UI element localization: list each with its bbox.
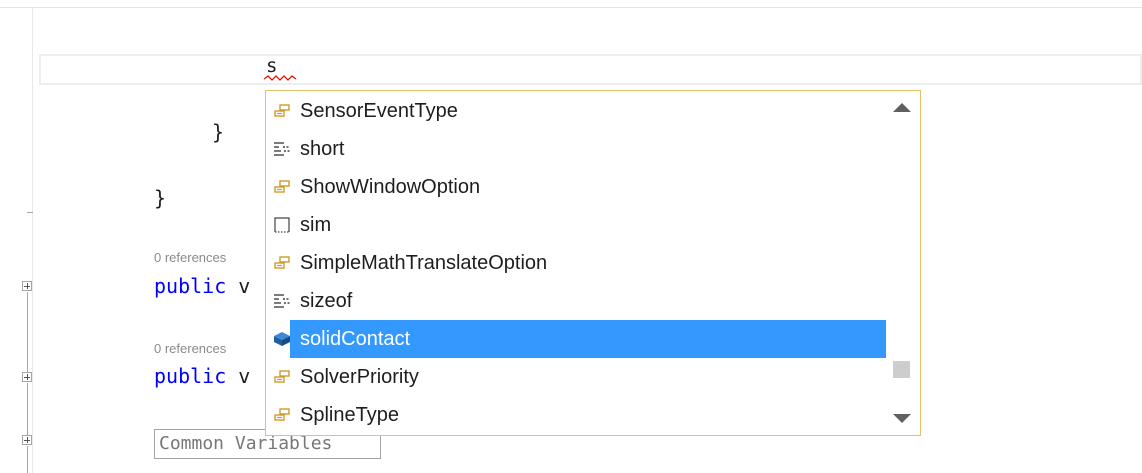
typed-text[interactable]: s [266, 55, 277, 77]
spelling-squiggle [264, 75, 297, 81]
fold-guide [27, 292, 28, 372]
completion-item[interactable]: sizeof [266, 282, 887, 320]
fold-guide [27, 383, 28, 435]
completion-items: SensorEventType short ShowWindowOption sim S… [266, 92, 887, 434]
completion-item[interactable]: SplineType [266, 396, 887, 434]
completion-item-label: SimpleMathTranslateOption [300, 252, 548, 274]
expand-icon[interactable] [22, 372, 32, 382]
keyword-public: public [154, 364, 227, 388]
method-signature: public v [154, 364, 250, 388]
completion-item-label: SolverPriority [300, 366, 419, 388]
code-lens-references[interactable]: 0 references [154, 341, 226, 356]
enum-icon [266, 396, 298, 434]
enum-icon [266, 244, 298, 282]
completion-item-label: short [300, 138, 345, 160]
enum-icon [266, 92, 298, 130]
completion-item[interactable]: SimpleMathTranslateOption [266, 244, 887, 282]
scroll-down-icon[interactable] [893, 414, 911, 423]
keyword-icon [266, 130, 298, 168]
keyword-icon [266, 282, 298, 320]
completion-item-label: SplineType [300, 404, 399, 426]
editor-top-border [0, 0, 1142, 8]
completion-item-label: sizeof [300, 290, 353, 312]
completion-item[interactable]: solidContact [266, 320, 887, 358]
inner-closing-brace: } [212, 120, 225, 144]
snippet-icon [266, 206, 298, 244]
intellisense-completion-list[interactable]: SensorEventType short ShowWindowOption sim S… [265, 90, 921, 436]
fold-end-marker [27, 212, 33, 213]
scroll-up-icon[interactable] [893, 103, 911, 112]
completion-item[interactable]: SensorEventType [266, 92, 887, 130]
completion-item-label: ShowWindowOption [300, 176, 481, 198]
completion-item[interactable]: ShowWindowOption [266, 168, 887, 206]
current-line-highlight [39, 54, 1142, 85]
outer-closing-brace: } [154, 186, 167, 210]
completion-item-label: SensorEventType [300, 100, 458, 122]
completion-item-label: solidContact [290, 320, 887, 358]
scroll-thumb[interactable] [893, 361, 910, 378]
enum-icon [266, 168, 298, 206]
method-signature: public v [154, 274, 250, 298]
method-signature-rest: v [226, 364, 251, 388]
completion-item-label: sim [300, 214, 332, 236]
completion-item[interactable]: sim [266, 206, 887, 244]
code-editor[interactable]: s } } 0 references public v 0 references… [0, 0, 1142, 473]
code-lens-references[interactable]: 0 references [154, 250, 226, 265]
editor-margin-line [32, 8, 33, 473]
completion-item[interactable]: SolverPriority [266, 358, 887, 396]
keyword-public: public [154, 274, 227, 298]
method-signature-rest: v [226, 274, 251, 298]
expand-icon[interactable] [22, 435, 32, 445]
completion-item[interactable]: short [266, 130, 887, 168]
completion-scrollbar[interactable] [886, 91, 920, 435]
expand-icon[interactable] [22, 281, 32, 291]
enum-icon [266, 358, 298, 396]
fold-guide [27, 446, 28, 473]
